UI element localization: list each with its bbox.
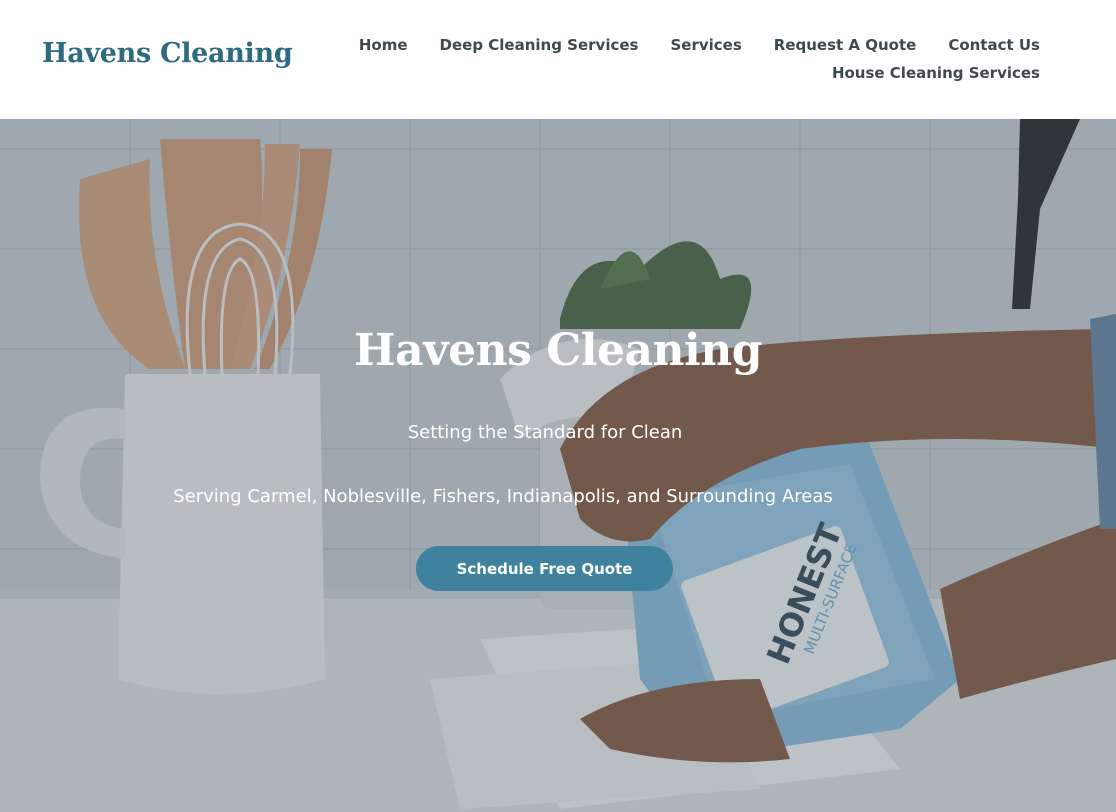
hero-overlay (0, 119, 1116, 812)
nav-home[interactable]: Home (359, 34, 408, 62)
hero-tagline: Setting the Standard for Clean (407, 422, 683, 443)
site-logo[interactable]: Havens Cleaning (42, 38, 293, 69)
site-header: Havens Cleaning Home Deep Cleaning Servi… (0, 0, 1116, 119)
nav-deep-cleaning-services[interactable]: Deep Cleaning Services (440, 34, 639, 62)
hero-section: HONEST MULTI-SURFACE Havens Cleaning Set… (0, 119, 1116, 812)
nav-row-secondary: House Cleaning Services (359, 62, 1040, 90)
hero-service-areas: Serving Carmel, Noblesville, Fishers, In… (173, 486, 833, 507)
nav-row-primary: Home Deep Cleaning Services Services Req… (359, 34, 1040, 62)
hero-title: Havens Cleaning (354, 325, 762, 376)
main-nav: Home Deep Cleaning Services Services Req… (359, 34, 1040, 90)
nav-request-a-quote[interactable]: Request A Quote (774, 34, 917, 62)
nav-house-cleaning-services[interactable]: House Cleaning Services (832, 62, 1040, 90)
nav-contact-us[interactable]: Contact Us (948, 34, 1040, 62)
schedule-free-quote-button[interactable]: Schedule Free Quote (416, 546, 673, 591)
nav-services[interactable]: Services (670, 34, 741, 62)
